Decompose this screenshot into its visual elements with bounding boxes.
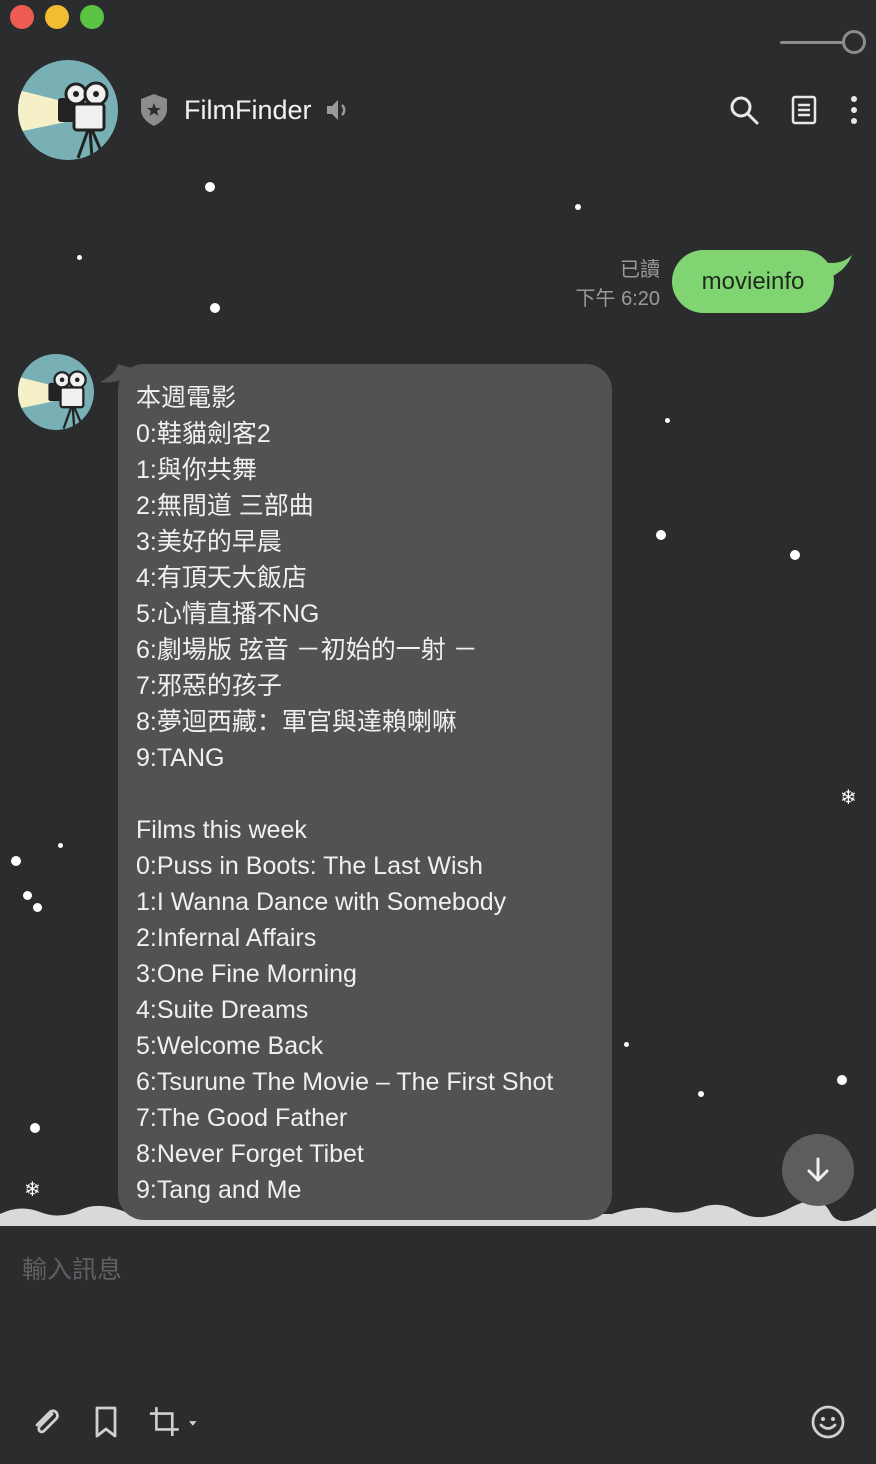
message-line: 6:劇場版 弦音 －初始的一射 － <box>136 636 478 664</box>
message-line: 9:Tang and Me <box>136 1176 302 1204</box>
zoom-window-button[interactable] <box>80 5 104 29</box>
message-meta: 已讀 下午 6:20 <box>576 256 660 314</box>
attach-file-button[interactable] <box>24 1400 68 1444</box>
message-line: 1:I Wanna Dance with Somebody <box>136 888 507 916</box>
message-line: 4:Suite Dreams <box>136 996 309 1024</box>
message-line: 0:Puss in Boots: The Last Wish <box>136 852 483 880</box>
slider-track <box>780 41 850 44</box>
snow-dot <box>30 1123 40 1133</box>
emoji-icon <box>811 1405 845 1439</box>
speaker-icon[interactable] <box>324 96 352 124</box>
message-line: 4:有頂天大飯店 <box>136 564 307 592</box>
film-camera-icon <box>18 81 109 159</box>
message-line: 2:Infernal Affairs <box>136 924 317 952</box>
outgoing-message-bubble[interactable]: movieinfo <box>672 250 834 313</box>
screenshot-button[interactable] <box>146 1400 206 1444</box>
snow-dot <box>205 182 215 192</box>
chat-title: FilmFinder <box>184 94 312 125</box>
search-button[interactable] <box>724 90 764 130</box>
bookmark-icon <box>95 1406 117 1438</box>
message-time: 下午 6:20 <box>575 288 660 310</box>
message-line: 8:Never Forget Tibet <box>136 1140 364 1168</box>
message-line: 9:TANG <box>136 744 225 772</box>
snow-dot <box>11 856 21 866</box>
message-line <box>136 776 594 812</box>
snow-dot <box>77 255 82 260</box>
slider-knob[interactable] <box>842 30 866 54</box>
message-line: 3:One Fine Morning <box>136 960 357 988</box>
scroll-to-bottom-button[interactable] <box>782 1134 854 1206</box>
window-opacity-slider[interactable] <box>780 30 866 54</box>
snow-dot <box>837 1075 847 1085</box>
search-icon <box>730 96 759 125</box>
message-line: 本週電影 <box>136 384 237 412</box>
snow-dot <box>58 843 63 848</box>
message-input[interactable] <box>20 1248 854 1290</box>
message-line: 8:夢迴西藏：軍官與達賴喇嘛 <box>136 708 457 736</box>
chat-avatar[interactable] <box>18 60 118 160</box>
snow-dot <box>575 204 581 210</box>
message-line: 0:鞋貓劍客2 <box>136 420 271 448</box>
snow-dot <box>33 903 42 912</box>
snow-dot <box>790 550 800 560</box>
message-line: 5:心情直播不NG <box>136 600 320 628</box>
sender-avatar[interactable] <box>18 354 94 430</box>
snow-dot <box>656 530 666 540</box>
shield-star-icon <box>141 94 167 126</box>
message-line: 3:美好的早晨 <box>136 528 282 556</box>
message-line: Films this week <box>136 816 307 844</box>
snow-dot <box>624 1042 629 1047</box>
chat-title-bar: FilmFinder <box>138 88 352 132</box>
notes-button[interactable] <box>784 90 824 130</box>
minimize-window-button[interactable] <box>45 5 69 29</box>
snow-dot <box>665 418 670 423</box>
message-line: 7:The Good Father <box>136 1104 348 1132</box>
arrow-down-icon <box>807 1157 829 1182</box>
emoji-button[interactable] <box>806 1400 850 1444</box>
more-options-button[interactable] <box>834 90 874 130</box>
close-window-button[interactable] <box>10 5 34 29</box>
message-line: 7:邪惡的孩子 <box>136 672 282 700</box>
paperclip-icon <box>35 1409 59 1434</box>
snow-dot <box>210 303 220 313</box>
message-line: 5:Welcome Back <box>136 1032 324 1060</box>
crop-icon <box>149 1407 197 1436</box>
keep-button[interactable] <box>84 1400 128 1444</box>
snow-dot <box>23 891 32 900</box>
message-line: 2:無間道 三部曲 <box>136 492 314 520</box>
snowflake-icon: ❄ <box>840 785 857 809</box>
snow-dot <box>698 1091 704 1097</box>
more-vertical-icon <box>851 96 857 124</box>
message-line: 1:與你共舞 <box>136 456 257 484</box>
window-controls <box>10 5 104 29</box>
read-status: 已讀 <box>620 259 660 281</box>
message-line: 6:Tsurune The Movie – The First Shot <box>136 1068 554 1096</box>
message-composer <box>0 1226 876 1464</box>
film-camera-icon <box>18 370 87 429</box>
incoming-message-bubble[interactable]: 本週電影 0:鞋貓劍客2 1:與你共舞 2:無間道 三部曲 3:美好的早晨 4:有頂天大飯… <box>118 364 612 1220</box>
notes-icon <box>791 95 817 125</box>
